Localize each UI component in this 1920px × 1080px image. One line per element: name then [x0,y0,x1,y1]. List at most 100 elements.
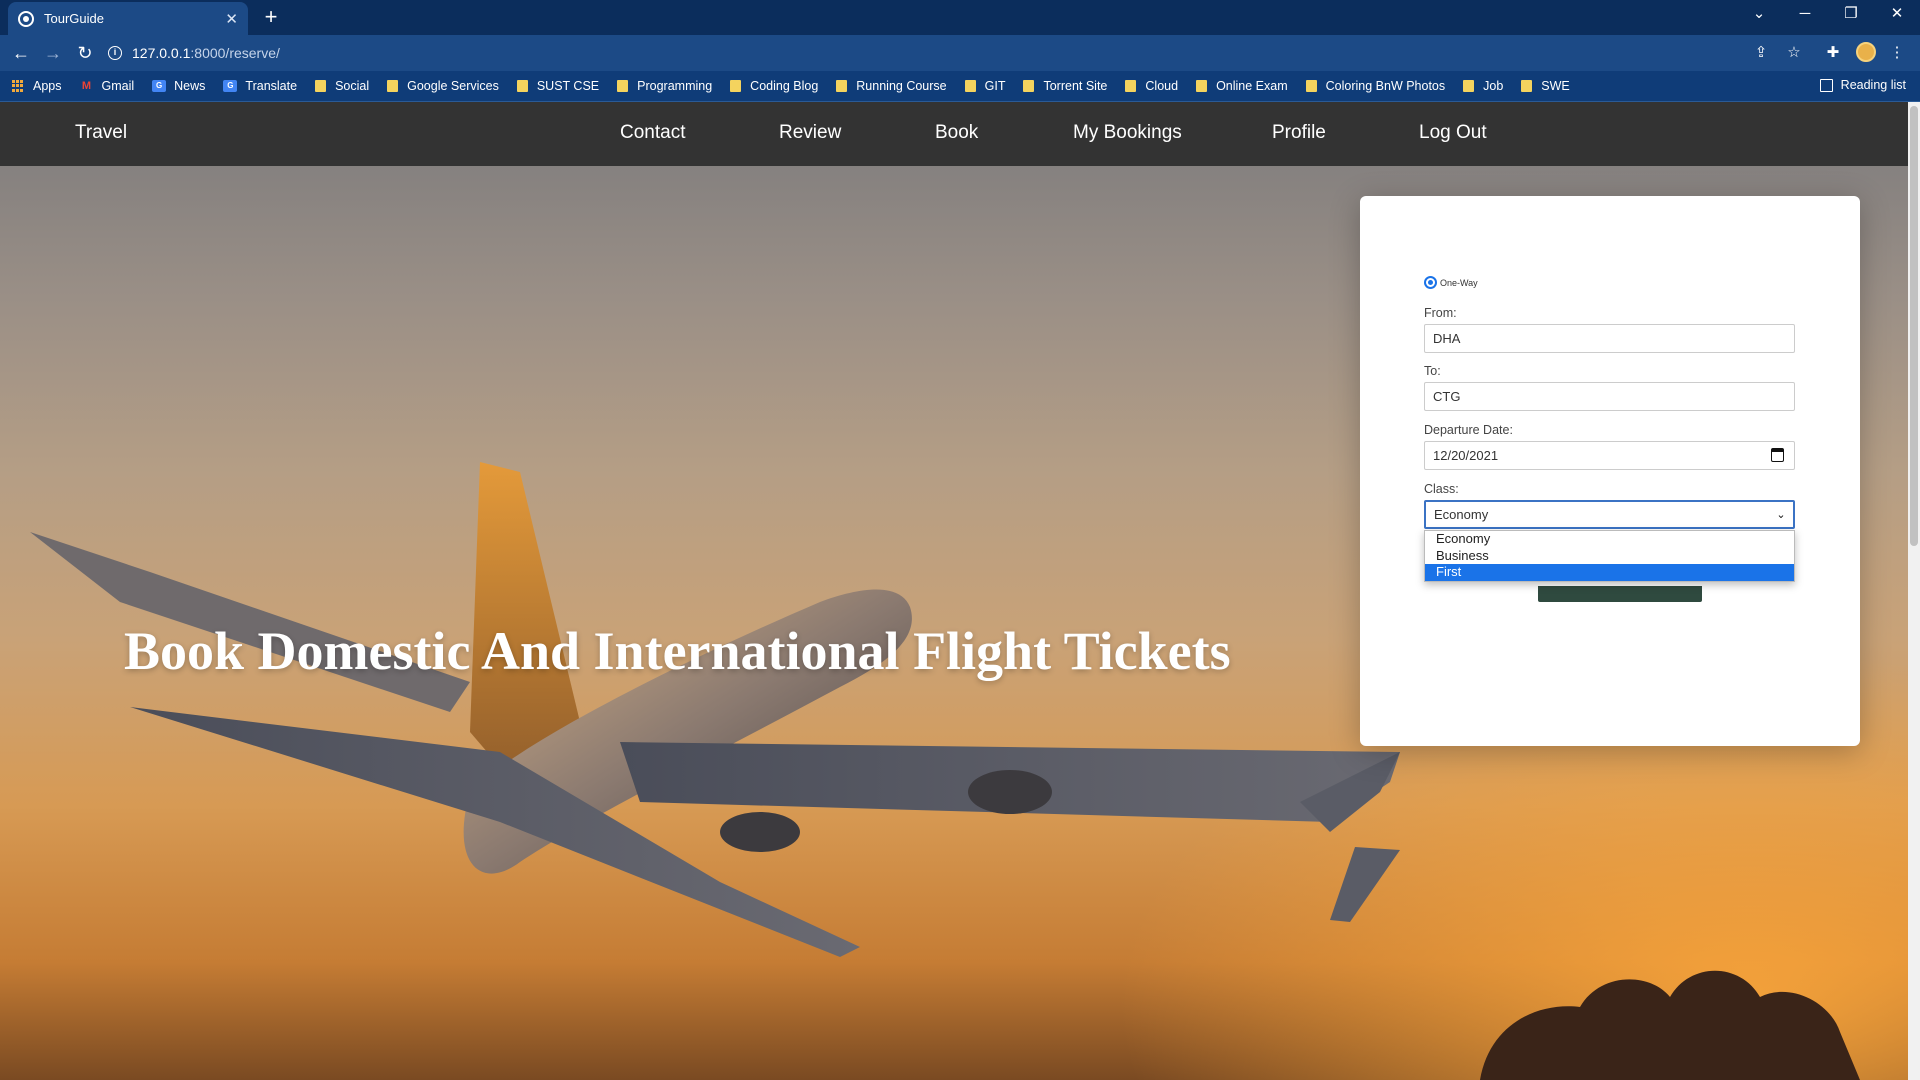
trip-type-group: One-Way [1424,276,1478,289]
bookmark-gmail[interactable]: M Gmail [80,79,135,93]
bookmark-torrent-site[interactable]: Torrent Site [1023,79,1107,93]
bookmark-label: Running Course [856,79,947,93]
one-way-label: One-Way [1440,277,1478,288]
bookmark-news[interactable]: G News [152,79,205,93]
reading-list-icon [1819,78,1833,92]
folder-icon [964,80,976,92]
bookmark-coding-blog[interactable]: Coding Blog [730,79,818,93]
booking-form-card: One-Way From: DHA To: CTG Departure Date… [1360,196,1860,746]
bookmark-label: Job [1483,79,1504,93]
bookmark-label: Social [335,79,370,93]
bookmark-programming[interactable]: Programming [617,79,712,93]
tab-title: TourGuide [44,11,104,26]
site-info-icon[interactable]: i [108,46,122,60]
page-scrollbar-thumb[interactable] [1910,106,1918,546]
reload-icon[interactable]: ↻ [72,41,98,67]
bookmark-running-course[interactable]: Running Course [836,79,947,93]
class-label: Class: [1424,482,1459,496]
bookmark-label: Apps [33,79,62,93]
forward-arrow-icon[interactable]: → [40,41,66,67]
bookmark-label: Online Exam [1216,79,1288,93]
class-select[interactable]: Economy ⌄ [1424,500,1795,529]
profile-avatar[interactable] [1856,42,1876,62]
search-flights-button[interactable] [1538,586,1702,602]
class-option-first[interactable]: First [1425,564,1794,581]
from-label: From: [1424,306,1457,320]
bookmark-cloud[interactable]: Cloud [1125,79,1178,93]
bookmark-label: GIT [984,79,1006,93]
bookmark-swe[interactable]: SWE [1521,79,1570,93]
reading-list-button[interactable]: Reading list [1819,78,1906,92]
bookmark-label: Google Services [407,79,499,93]
from-input[interactable]: DHA [1424,324,1795,353]
apps-grid-icon [12,80,24,92]
bookmark-label: Gmail [101,79,135,93]
class-dropdown-list: Economy Business First [1424,530,1795,582]
nav-my-bookings[interactable]: My Bookings [1073,122,1182,144]
restore-button[interactable]: ❐ [1828,0,1874,30]
url-path: :8000/reserve/ [190,45,280,61]
folder-icon [1521,80,1533,92]
bookmark-label: Programming [637,79,713,93]
to-input[interactable]: CTG [1424,382,1795,411]
share-icon[interactable]: ⇪ [1750,43,1772,65]
departure-date-label: Departure Date: [1424,423,1513,437]
nav-review[interactable]: Review [779,122,841,144]
folder-icon [836,80,848,92]
browser-tab-bar: TourGuide ✕ + ⌄ ─ ❐ ✕ [0,0,1920,35]
bookmark-label: Torrent Site [1043,79,1108,93]
news-icon: G [152,80,167,92]
folder-icon [315,80,327,92]
bookmark-label: Coding Blog [750,79,819,93]
url-host: 127.0.0.1 [132,45,191,61]
to-input-value: CTG [1433,389,1461,404]
folder-icon [617,80,629,92]
reading-list-label: Reading list [1840,78,1906,92]
from-input-value: DHA [1433,331,1461,346]
bookmark-apps[interactable]: Apps [12,79,62,93]
nav-contact[interactable]: Contact [620,122,685,144]
browser-menu-icon[interactable]: ⋮ [1886,43,1908,65]
class-select-value: Economy [1434,507,1489,522]
address-bar[interactable]: i 127.0.0.1:8000/reserve/ [108,39,1748,67]
folder-icon [730,80,742,92]
bookmark-label: SWE [1541,79,1570,93]
calendar-icon[interactable] [1771,448,1784,462]
browser-toolbar: ← → ↻ i 127.0.0.1:8000/reserve/ ⇪ ☆ ✚ ⋮ [0,35,1920,71]
close-window-button[interactable]: ✕ [1874,0,1920,30]
departure-date-value: 12/20/2021 [1433,448,1499,463]
bookmark-social[interactable]: Social [315,79,369,93]
to-label: To: [1424,364,1441,378]
gmail-icon: M [81,80,92,92]
back-arrow-icon[interactable]: ← [8,41,34,67]
chevron-down-icon: ⌄ [1776,509,1786,521]
tab-close-icon[interactable]: ✕ [225,10,238,28]
nav-book[interactable]: Book [935,122,978,144]
new-tab-button[interactable]: + [258,5,284,31]
nav-log-out[interactable]: Log Out [1419,122,1487,144]
site-brand[interactable]: Travel [75,122,127,144]
extensions-puzzle-icon[interactable]: ✚ [1822,43,1844,65]
site-favicon-icon [18,10,34,27]
bookmark-star-icon[interactable]: ☆ [1783,43,1805,65]
nav-profile[interactable]: Profile [1272,122,1326,144]
class-option-business[interactable]: Business [1425,548,1794,565]
bookmark-sust-cse[interactable]: SUST CSE [516,79,600,93]
folder-icon [1125,80,1137,92]
bookmark-google-services[interactable]: Google Services [387,79,499,93]
bookmark-job[interactable]: Job [1463,79,1503,93]
browser-tab-active[interactable]: TourGuide ✕ [8,2,248,35]
one-way-radio[interactable] [1424,276,1437,289]
tab-search-icon[interactable]: ⌄ [1736,0,1782,30]
bookmark-coloring-bnw-photos[interactable]: Coloring BnW Photos [1305,79,1445,93]
class-option-economy[interactable]: Economy [1425,531,1794,548]
bookmark-translate[interactable]: G Translate [223,79,297,93]
bookmark-label: SUST CSE [536,79,600,93]
departure-date-input[interactable]: 12/20/2021 [1424,441,1795,470]
minimize-button[interactable]: ─ [1782,0,1828,30]
folder-icon [387,80,399,92]
bookmark-git[interactable]: GIT [964,79,1006,93]
bookmark-label: Cloud [1145,79,1179,93]
bookmark-online-exam[interactable]: Online Exam [1196,79,1288,93]
bookmarks-bar: Apps M Gmail G News G Translate Social G… [0,71,1920,102]
